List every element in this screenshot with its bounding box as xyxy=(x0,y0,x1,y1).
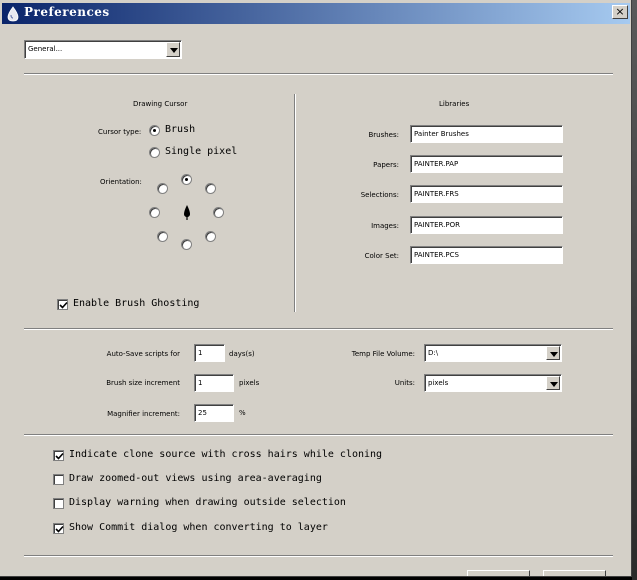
enable-brush-ghosting-checkbox[interactable] xyxy=(57,299,68,310)
library-label-images: Images: xyxy=(371,222,399,230)
category-select[interactable]: General... xyxy=(24,40,182,59)
radio-brush[interactable] xyxy=(149,125,160,136)
library-label-brushes: Brushes: xyxy=(368,131,399,139)
preferences-dialog: Preferences × General... Drawing Cursor … xyxy=(0,0,632,577)
checkbox-outside-selection-warning[interactable] xyxy=(53,498,64,509)
library-label-papers: Papers: xyxy=(373,161,399,169)
enable-brush-ghosting-label[interactable]: Enable Brush Ghosting xyxy=(73,298,199,309)
magnifier-label: Magnifier increment: xyxy=(107,410,180,418)
library-label-selections: Selections: xyxy=(360,191,399,199)
divider-middle xyxy=(24,328,613,330)
brush-cursor-icon xyxy=(184,205,190,220)
temp-volume-label: Temp File Volume: xyxy=(351,350,415,358)
magnifier-field-value: 25 xyxy=(198,409,207,417)
autosave-field[interactable]: 1 xyxy=(194,344,225,362)
orientation-label: Orientation: xyxy=(100,178,142,186)
brush-size-field-value: 1 xyxy=(198,379,203,387)
libraries-heading: Libraries xyxy=(439,100,470,108)
temp-volume-value: D:\ xyxy=(428,349,439,357)
library-field-selections-value: PAINTER.FRS xyxy=(414,190,459,198)
autosave-label: Auto-Save scripts for xyxy=(106,350,180,358)
library-field-papers-value: PAINTER.PAP xyxy=(414,160,459,168)
library-field-brushes[interactable]: Painter Brushes xyxy=(410,125,563,143)
autosave-unit: days(s) xyxy=(229,350,255,358)
orientation-radio-bottom-right[interactable] xyxy=(205,231,216,242)
units-value: pixels xyxy=(428,379,449,387)
orientation-radio-right[interactable] xyxy=(213,207,224,218)
library-field-selections[interactable]: PAINTER.FRS xyxy=(410,185,563,203)
app-icon xyxy=(7,6,19,22)
chevron-down-icon[interactable] xyxy=(546,376,560,390)
library-field-color-set-value: PAINTER.PCS xyxy=(414,251,459,259)
checkbox-area-averaging-label[interactable]: Draw zoomed-out views using area-averagi… xyxy=(69,473,322,484)
background-edge xyxy=(632,0,637,580)
temp-volume-select[interactable]: D:\ xyxy=(424,344,562,362)
library-field-images-value: PAINTER.POR xyxy=(414,221,460,229)
orientation-radio-top-left[interactable] xyxy=(157,183,168,194)
magnifier-unit: % xyxy=(239,409,246,417)
divider-vertical xyxy=(294,94,296,312)
orientation-radio-top[interactable] xyxy=(181,174,192,185)
library-field-papers[interactable]: PAINTER.PAP xyxy=(410,155,563,173)
units-select[interactable]: pixels xyxy=(424,374,562,392)
brush-size-field[interactable]: 1 xyxy=(194,374,234,392)
units-label: Units: xyxy=(394,379,415,387)
brush-size-unit: pixels xyxy=(239,379,260,387)
brush-size-label: Brush size increment xyxy=(106,379,180,387)
chevron-down-icon[interactable] xyxy=(546,346,560,360)
checkbox-outside-selection-warning-label[interactable]: Display warning when drawing outside sel… xyxy=(69,497,346,508)
library-field-color-set[interactable]: PAINTER.PCS xyxy=(410,246,563,264)
divider-bottom xyxy=(24,555,613,557)
divider-lower xyxy=(24,434,613,436)
checkbox-clone-crosshairs-label[interactable]: Indicate clone source with cross hairs w… xyxy=(69,449,382,460)
window-title: Preferences xyxy=(24,5,110,19)
radio-single-pixel-label[interactable]: Single pixel xyxy=(165,146,237,157)
checkbox-clone-crosshairs[interactable] xyxy=(53,450,64,461)
checkbox-show-commit-dialog-label[interactable]: Show Commit dialog when converting to la… xyxy=(69,522,328,533)
ok-button[interactable] xyxy=(467,570,530,576)
radio-brush-label[interactable]: Brush xyxy=(165,124,195,135)
orientation-radio-bottom[interactable] xyxy=(181,239,192,250)
orientation-radio-left[interactable] xyxy=(149,207,160,218)
cancel-button[interactable] xyxy=(543,570,606,576)
checkbox-area-averaging[interactable] xyxy=(53,474,64,485)
category-select-value: General... xyxy=(28,45,63,53)
checkbox-show-commit-dialog[interactable] xyxy=(53,523,64,534)
library-field-brushes-value: Painter Brushes xyxy=(414,130,469,138)
library-label-color-set: Color Set: xyxy=(364,252,399,260)
magnifier-field[interactable]: 25 xyxy=(194,404,234,422)
radio-single-pixel[interactable] xyxy=(149,147,160,158)
close-button[interactable]: × xyxy=(612,5,628,19)
divider-top xyxy=(24,73,613,75)
drawing-cursor-heading: Drawing Cursor xyxy=(133,100,188,108)
library-field-images[interactable]: PAINTER.POR xyxy=(410,216,563,234)
orientation-radio-top-right[interactable] xyxy=(205,183,216,194)
title-bar[interactable]: Preferences × xyxy=(2,3,630,24)
autosave-field-value: 1 xyxy=(198,349,203,357)
chevron-down-icon[interactable] xyxy=(166,42,180,57)
orientation-radio-bottom-left[interactable] xyxy=(157,231,168,242)
cursor-type-label: Cursor type: xyxy=(98,128,142,136)
